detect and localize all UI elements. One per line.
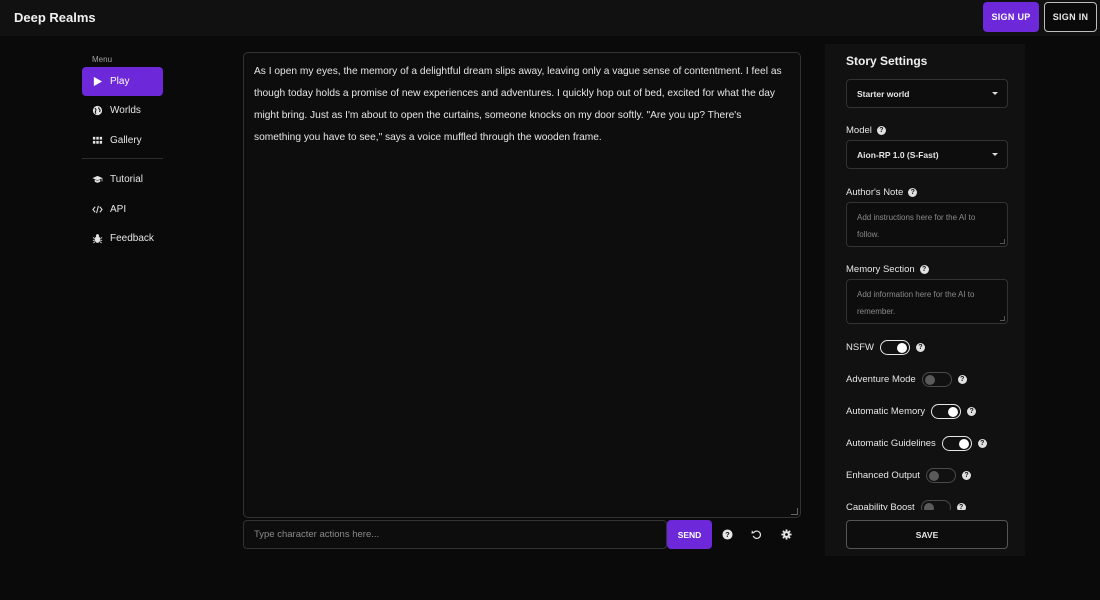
automatic-memory-toggle[interactable] [931,404,962,419]
enhanced-output-row: Enhanced Output ? [846,468,971,483]
code-icon [91,204,103,216]
model-label: Model ? [846,125,886,136]
sidebar-item-label: Feedback [110,233,154,244]
authors-note-placeholder: Add instructions here for the AI to foll… [857,213,976,239]
resize-handle[interactable] [1000,239,1005,244]
help-icon[interactable]: ? [919,265,929,274]
chevron-down-icon [992,153,998,156]
automatic-guidelines-row: Automatic Guidelines ? [846,436,987,451]
nsfw-toggle[interactable] [879,340,910,355]
resize-handle[interactable] [791,508,798,515]
memory-section-field[interactable]: Add information here for the AI to remem… [846,279,1008,324]
model-label-text: Model [846,125,872,136]
nsfw-row: NSFW ? [846,340,925,355]
sidebar-item-feedback[interactable]: Feedback [82,224,163,253]
grid-icon [91,135,103,147]
help-icon[interactable]: ? [876,126,886,135]
sidebar-item-label: Tutorial [110,174,143,185]
sidebar-item-label: Gallery [110,135,142,146]
toggle-label: Adventure Mode [846,374,916,385]
play-icon [91,76,103,88]
settings-icon[interactable] [778,526,794,542]
sidebar-item-label: Play [110,76,130,87]
adventure-mode-row: Adventure Mode ? [846,372,967,387]
help-icon[interactable]: ? [719,526,735,542]
app-title[interactable]: Deep Realms [14,10,96,25]
model-select-value: Aion-RP 1.0 (S-Fast) [857,149,939,160]
bug-icon [91,233,103,245]
help-icon[interactable]: ? [915,343,925,352]
toggle-label: NSFW [846,342,874,353]
top-bar: Deep Realms SIGN UP SIGN IN [0,0,1100,36]
world-select-value: Starter world [857,88,910,99]
sidebar-divider [82,158,163,159]
save-button[interactable]: SAVE [846,520,1008,549]
panel-title: Story Settings [846,54,928,68]
svg-text:?: ? [725,530,730,539]
help-icon[interactable]: ? [961,471,971,480]
memory-section-label-text: Memory Section [846,264,915,275]
sidebar-item-gallery[interactable]: Gallery [82,126,163,155]
save-footer: SAVE [825,510,1025,556]
authors-note-label-text: Author's Note [846,187,904,198]
toggle-label: Automatic Memory [846,406,926,417]
menu-label: Menu [92,55,113,64]
help-icon[interactable]: ? [908,188,918,197]
authors-note-field[interactable]: Add instructions here for the AI to foll… [846,202,1008,247]
model-select[interactable]: Aion-RP 1.0 (S-Fast) [846,140,1008,169]
toggle-label: Automatic Guidelines [846,438,936,449]
automatic-memory-row: Automatic Memory ? [846,404,977,419]
sidebar-item-worlds[interactable]: Worlds [82,96,163,125]
sign-up-button[interactable]: SIGN UP [983,2,1039,32]
action-input[interactable] [243,520,667,549]
globe-icon [91,105,103,117]
memory-section-label: Memory Section ? [846,264,929,275]
toggle-label: Enhanced Output [846,470,920,481]
story-text: As I open my eyes, the memory of a delig… [254,66,782,143]
graduation-cap-icon [91,174,103,186]
undo-icon[interactable] [748,526,764,542]
sidebar-item-label: API [110,204,127,215]
chevron-down-icon [992,92,998,95]
help-icon[interactable]: ? [967,407,977,416]
resize-handle[interactable] [1000,316,1005,321]
authors-note-label: Author's Note ? [846,187,918,198]
sidebar-item-api[interactable]: API [82,195,163,224]
sidebar-item-play[interactable]: Play [82,67,163,96]
world-select[interactable]: Starter world [846,79,1008,108]
help-icon[interactable]: ? [977,439,987,448]
help-icon[interactable]: ? [957,375,967,384]
automatic-guidelines-toggle[interactable] [941,436,972,451]
adventure-mode-toggle[interactable] [921,372,952,387]
sidebar-item-label: Worlds [110,105,141,116]
story-settings-panel: Story Settings Starter world Model ? Aio… [825,44,1025,556]
sidebar-item-tutorial[interactable]: Tutorial [82,165,163,194]
enhanced-output-toggle[interactable] [925,468,956,483]
send-button[interactable]: SEND [667,520,712,549]
sign-in-button[interactable]: SIGN IN [1044,2,1097,32]
story-textarea[interactable]: As I open my eyes, the memory of a delig… [243,52,801,518]
memory-section-placeholder: Add information here for the AI to remem… [857,290,975,316]
